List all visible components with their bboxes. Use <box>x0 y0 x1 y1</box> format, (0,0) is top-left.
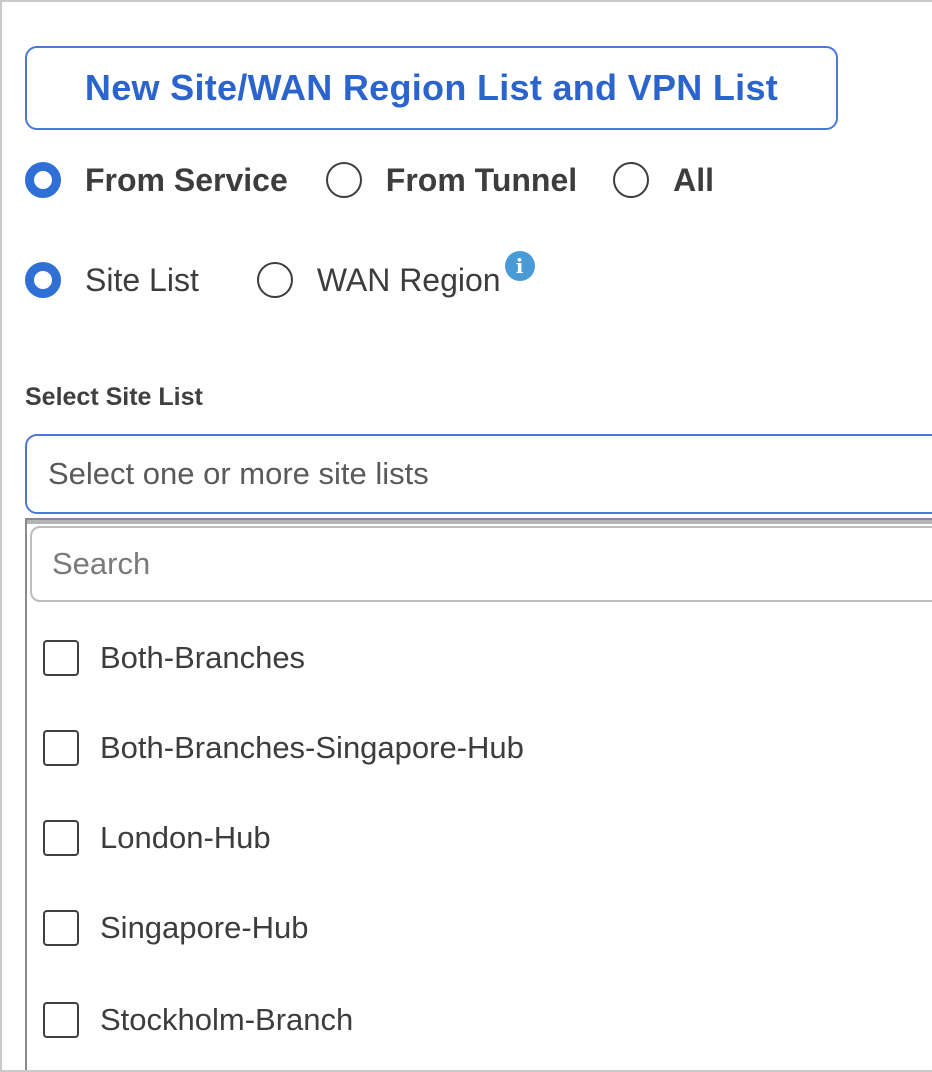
radio-from-service[interactable]: From Service <box>25 162 326 199</box>
list-item-label: Both-Branches-Singapore-Hub <box>100 730 524 765</box>
checkbox-icon[interactable] <box>43 910 79 946</box>
list-item-both-branches-singapore-hub[interactable]: Both-Branches-Singapore-Hub <box>43 730 524 766</box>
new-site-wan-region-list-button[interactable]: New Site/WAN Region List and VPN List <box>25 46 838 130</box>
checkbox-icon[interactable] <box>43 730 79 766</box>
list-item-label: Both-Branches <box>100 640 306 675</box>
radio-all[interactable]: All <box>613 162 714 199</box>
radio-wan-region[interactable]: WAN Region i <box>256 251 535 299</box>
radio-unselected-icon[interactable] <box>256 262 293 298</box>
checkbox-icon[interactable] <box>43 640 79 676</box>
search-placeholder: Search <box>52 546 151 581</box>
radio-unselected-icon[interactable] <box>613 162 650 198</box>
radio-label: From Service <box>85 161 288 198</box>
checkbox-icon[interactable] <box>43 1002 79 1038</box>
list-item-singapore-hub[interactable]: Singapore-Hub <box>43 910 309 946</box>
source-radio-group: From Service From Tunnel All <box>25 158 714 202</box>
radio-label: All <box>673 161 715 198</box>
checkbox-icon[interactable] <box>43 820 79 856</box>
info-icon[interactable]: i <box>504 251 535 281</box>
radio-label: From Tunnel <box>385 161 578 198</box>
list-item-label: Singapore-Hub <box>100 910 309 945</box>
panel: New Site/WAN Region List and VPN List Fr… <box>0 0 932 1072</box>
radio-selected-icon[interactable] <box>25 162 61 198</box>
list-item-stockholm-branch[interactable]: Stockholm-Branch <box>43 1002 353 1038</box>
list-item-label: Stockholm-Branch <box>100 1002 354 1037</box>
radio-selected-icon[interactable] <box>25 262 61 298</box>
site-list-dropdown: Search Both-Branches Both-Branches-Singa… <box>25 518 932 1070</box>
scope-radio-group: Site List WAN Region i <box>25 251 535 302</box>
search-input[interactable]: Search <box>30 526 932 602</box>
list-item-both-branches[interactable]: Both-Branches <box>43 640 305 676</box>
radio-from-tunnel[interactable]: From Tunnel <box>325 161 613 199</box>
list-item-london-hub[interactable]: London-Hub <box>43 820 271 856</box>
select-placeholder: Select one or more site lists <box>48 456 429 491</box>
list-item-label: London-Hub <box>100 820 271 855</box>
select-site-list-label: Select Site List <box>25 383 203 411</box>
radio-label: WAN Region <box>316 261 501 298</box>
radio-site-list[interactable]: Site List <box>25 262 257 299</box>
site-list-multiselect[interactable]: Select one or more site lists <box>25 434 932 514</box>
radio-label: Site List <box>85 261 199 298</box>
radio-unselected-icon[interactable] <box>325 162 362 198</box>
